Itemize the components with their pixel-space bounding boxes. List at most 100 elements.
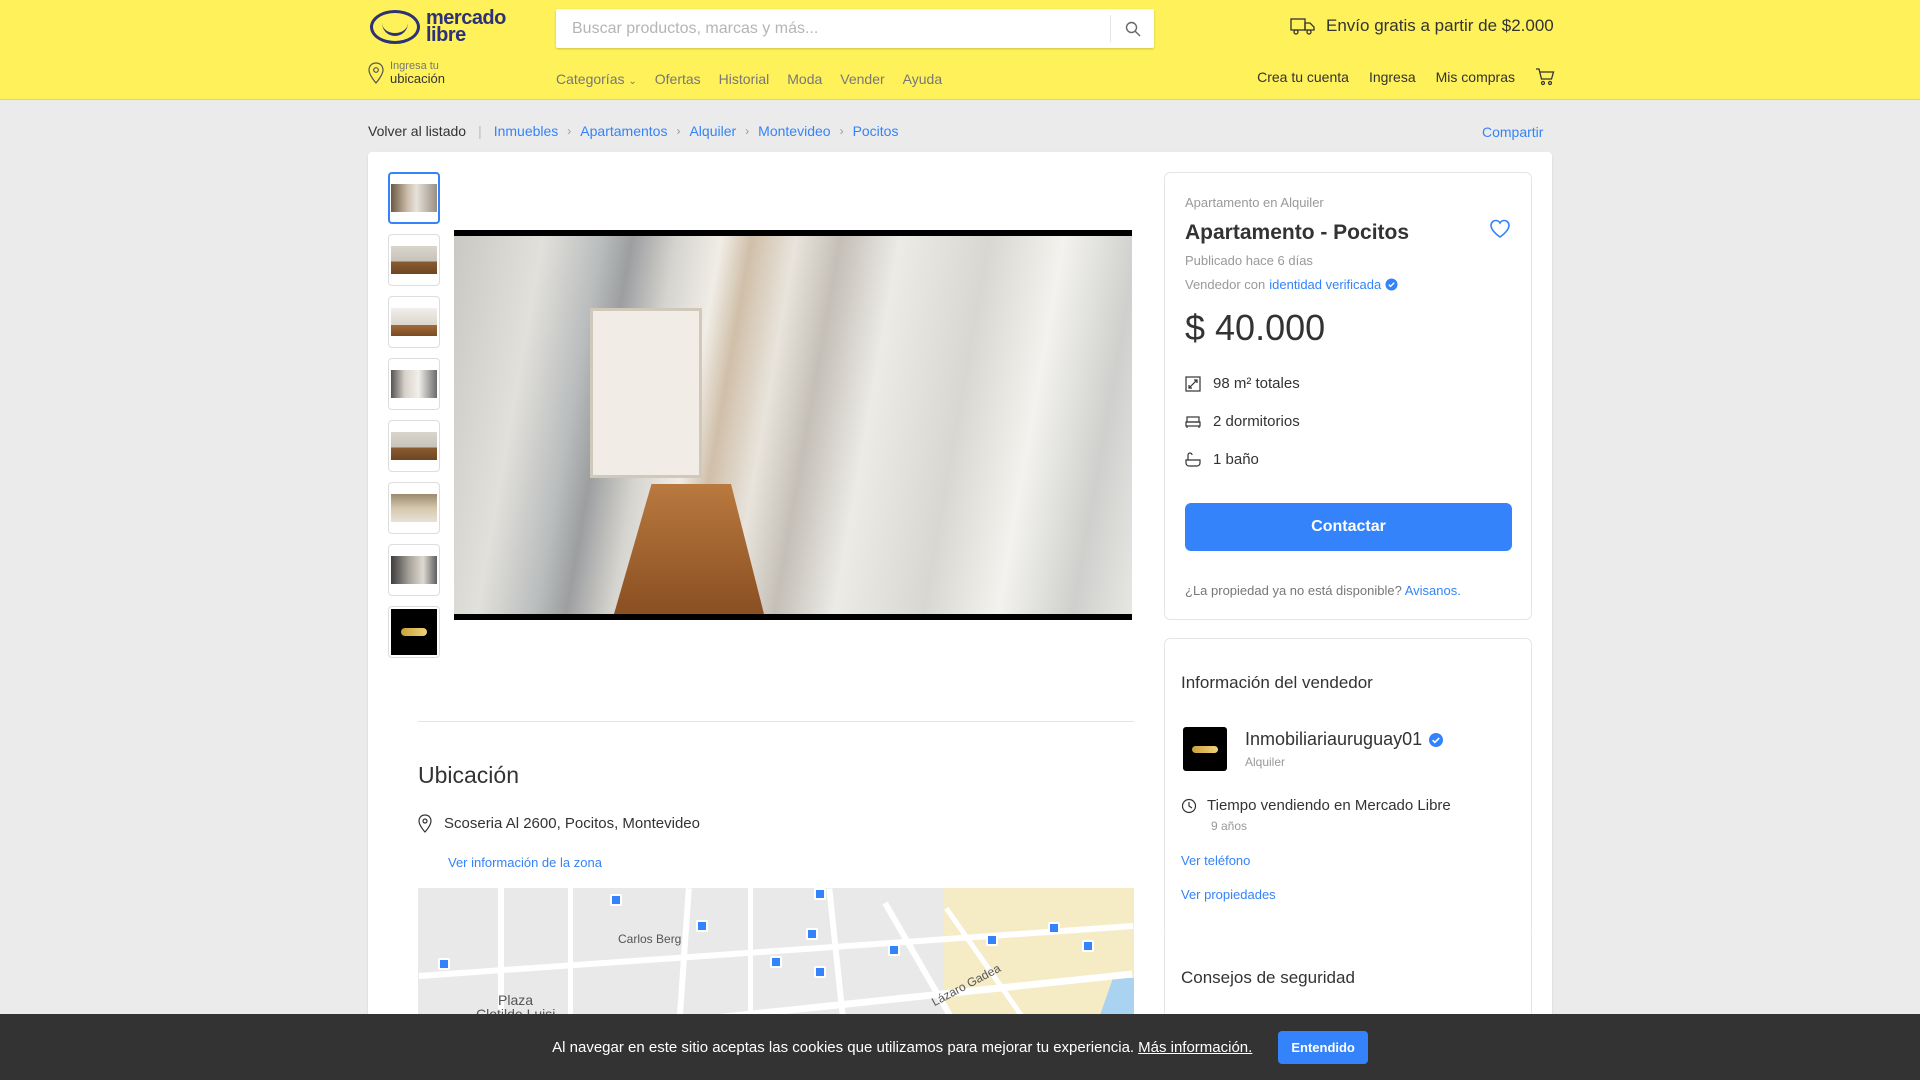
zone-info-link[interactable]: Ver información de la zona	[448, 855, 602, 870]
thumbnail-image	[391, 308, 437, 336]
bus-stop-icon	[696, 920, 708, 932]
seller-prefix: Vendedor con	[1185, 277, 1266, 292]
breadcrumb-pocitos[interactable]: Pocitos	[853, 123, 899, 139]
thumbnail[interactable]	[388, 420, 440, 472]
chevron-right-icon: ›	[745, 124, 750, 138]
main-nav: Categorías ⌄ Ofertas Historial Moda Vend…	[556, 71, 942, 87]
cookie-more-info-link[interactable]: Más información.	[1138, 1039, 1252, 1056]
map-label: Carlos Berg	[618, 932, 682, 946]
bus-stop-icon	[438, 958, 450, 970]
nav-historial[interactable]: Historial	[719, 71, 770, 87]
view-properties-link[interactable]: Ver propiedades	[1181, 887, 1276, 902]
create-account-link[interactable]: Crea tu cuenta	[1257, 69, 1349, 85]
seller-name[interactable]: Inmobiliariauruguay01	[1245, 729, 1444, 750]
chevron-right-icon: ›	[839, 124, 844, 138]
breadcrumb-alquiler[interactable]: Alquiler	[689, 123, 736, 139]
favorite-button[interactable]	[1489, 219, 1511, 244]
location-title: Ubicación	[418, 762, 519, 788]
breadcrumb: Volver al listado | Inmuebles › Apartame…	[368, 123, 898, 139]
cookie-text: Al navegar en este sitio aceptas las coo…	[552, 1038, 1135, 1056]
nav-moda[interactable]: Moda	[787, 71, 822, 87]
bus-stop-icon	[806, 928, 818, 940]
header: mercado libre Envío gratis a partir de $…	[0, 0, 1920, 100]
thumbnail[interactable]	[388, 234, 440, 286]
notify-us-link[interactable]: Avisanos.	[1405, 583, 1461, 598]
availability-notice: ¿La propiedad ya no está disponible? Avi…	[1185, 583, 1461, 598]
breadcrumb-inmuebles[interactable]: Inmuebles	[494, 123, 559, 139]
user-nav: Crea tu cuenta Ingresa Mis compras	[1257, 68, 1555, 86]
login-link[interactable]: Ingresa	[1369, 69, 1416, 85]
photo-doorway	[590, 308, 702, 478]
thumbnail[interactable]	[388, 606, 440, 658]
thumbnail[interactable]	[388, 296, 440, 348]
nav-categorias-label: Categorías	[556, 71, 625, 87]
nav-categorias[interactable]: Categorías ⌄	[556, 71, 637, 87]
breadcrumb-montevideo[interactable]: Montevideo	[758, 123, 830, 139]
section-divider	[418, 721, 1134, 722]
feature-bathrooms: 1 baño	[1185, 451, 1259, 468]
listing-summary: Apartamento en Alquiler Apartamento - Po…	[1164, 172, 1532, 620]
chevron-right-icon: ›	[676, 124, 681, 138]
location-selector[interactable]: Ingresa tu ubicación	[368, 60, 445, 86]
seller-years: 9 años	[1211, 819, 1248, 833]
seller-role: Alquiler	[1245, 755, 1286, 769]
mercadolibre-logo[interactable]: mercado libre	[370, 8, 506, 46]
cookie-accept-button[interactable]: Entendido	[1278, 1030, 1368, 1064]
feature-bedrooms: 2 dormitorios	[1185, 413, 1300, 430]
heart-icon	[1490, 219, 1510, 238]
feature-area-label: 98 m² totales	[1213, 375, 1300, 392]
seller-avatar[interactable]	[1183, 727, 1227, 771]
thumbnail[interactable]	[388, 358, 440, 410]
bed-icon	[1185, 415, 1201, 428]
listing-title: Apartamento - Pocitos	[1185, 221, 1410, 244]
feature-bedrooms-label: 2 dormitorios	[1213, 413, 1300, 430]
free-shipping-banner[interactable]: Envío gratis a partir de $2.000	[1290, 16, 1554, 36]
bus-stop-icon	[1082, 940, 1094, 952]
bus-stop-icon	[814, 888, 826, 900]
feature-bathrooms-label: 1 baño	[1213, 451, 1259, 468]
thumbnail[interactable]	[388, 172, 440, 224]
verified-identity-link[interactable]: identidad verificada	[1269, 277, 1381, 292]
view-phone-link[interactable]: Ver teléfono	[1181, 853, 1250, 868]
contact-button[interactable]: Contactar	[1185, 503, 1512, 551]
thumbnail-image	[391, 432, 437, 460]
thumbnail[interactable]	[388, 482, 440, 534]
search-bar	[556, 9, 1154, 48]
thumbnail-image	[391, 556, 437, 584]
share-link[interactable]: Compartir	[1482, 124, 1543, 140]
seller-logo-thumbnail	[391, 609, 437, 655]
seller-info: Información del vendedor Inmobiliariauru…	[1164, 638, 1532, 938]
thumbnail[interactable]	[388, 544, 440, 596]
thumbnail-list	[388, 172, 440, 668]
seller-info-title: Información del vendedor	[1181, 673, 1373, 692]
logo-line2: libre	[426, 24, 466, 46]
thumbnail-image	[391, 494, 437, 522]
published-date: Publicado hace 6 días	[1185, 253, 1313, 268]
search-icon	[1125, 21, 1140, 36]
bus-stop-icon	[814, 966, 826, 978]
thumbnail-image	[391, 184, 437, 212]
back-to-listing-link[interactable]: Volver al listado	[368, 123, 466, 139]
search-button[interactable]	[1110, 15, 1154, 42]
thumbnail-image	[391, 246, 437, 274]
bath-icon	[1185, 451, 1201, 467]
search-input[interactable]	[556, 9, 1110, 48]
verified-badge-icon	[1385, 278, 1398, 291]
shipping-text: Envío gratis a partir de $2.000	[1326, 16, 1554, 35]
area-icon	[1185, 375, 1201, 392]
seller-verification: Vendedor con identidad verificada	[1185, 277, 1398, 292]
main-photo[interactable]	[454, 230, 1132, 620]
nav-ofertas[interactable]: Ofertas	[655, 71, 701, 87]
my-purchases-link[interactable]: Mis compras	[1436, 69, 1515, 85]
cart-icon[interactable]	[1535, 68, 1555, 86]
breadcrumb-apartamentos[interactable]: Apartamentos	[580, 123, 667, 139]
clock-icon	[1181, 798, 1197, 813]
bus-stop-icon	[986, 934, 998, 946]
address-text: Scoseria Al 2600, Pocitos, Montevideo	[444, 815, 700, 832]
cookie-banner: Al navegar en este sitio aceptas las coo…	[0, 1014, 1920, 1080]
nav-vender[interactable]: Vender	[840, 71, 884, 87]
nav-ayuda[interactable]: Ayuda	[903, 71, 942, 87]
price: $ 40.000	[1185, 307, 1326, 348]
bus-stop-icon	[610, 894, 622, 906]
location-pin-icon	[368, 62, 384, 84]
